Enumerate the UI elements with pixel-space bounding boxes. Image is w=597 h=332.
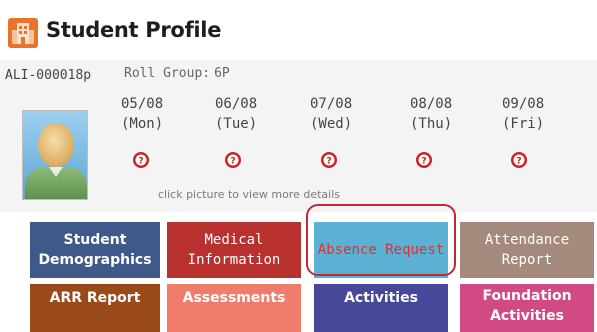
student-id: ALI-000018p — [5, 68, 92, 83]
day-column: 06/08 (Tue) — [215, 94, 275, 134]
day-column: 07/08 (Wed) — [310, 94, 370, 134]
assessments-button[interactable]: Assessments — [167, 284, 301, 332]
day-column: 05/08 (Mon) — [121, 94, 181, 134]
student-photo[interactable] — [22, 110, 88, 200]
day-column: 08/08 (Thu) — [410, 94, 470, 134]
menu-tiles: Student Demographics Medical Information… — [0, 212, 597, 332]
svg-text:?: ? — [326, 157, 331, 167]
tile-label: Attendance Report — [484, 232, 570, 268]
day-name: (Tue) — [215, 116, 258, 132]
absence-request-button[interactable]: Absence Request — [314, 222, 448, 278]
avatar — [23, 111, 87, 199]
day-date: 06/08 — [215, 96, 258, 112]
tile-label: Foundation Activities — [482, 288, 572, 324]
unknown-status-icon[interactable]: ? — [224, 151, 242, 169]
tile-label: Activities — [344, 290, 418, 306]
tile-label: Absence Request — [317, 242, 445, 258]
svg-text:?: ? — [138, 157, 143, 167]
roll-group-value: 6P — [214, 66, 230, 81]
tile-label: Medical Information — [187, 232, 281, 268]
svg-text:?: ? — [421, 157, 426, 167]
day-date: 09/08 — [502, 96, 545, 112]
tile-label: Student Demographics — [38, 232, 152, 268]
tile-label: ARR Report — [49, 290, 141, 306]
day-date: 05/08 — [121, 96, 164, 112]
day-date: 07/08 — [310, 96, 353, 112]
roll-group-label: Roll Group: — [124, 66, 211, 81]
svg-text:?: ? — [516, 157, 521, 167]
photo-hint: click picture to view more details — [158, 188, 340, 201]
unknown-status-icon[interactable]: ? — [132, 151, 150, 169]
svg-text:?: ? — [230, 157, 235, 167]
student-profile-panel: ALI-000018p Roll Group: 6P 05/08 (Mon) 0… — [0, 60, 597, 212]
day-name: (Mon) — [121, 116, 164, 132]
roll-group: Roll Group: 6P — [124, 66, 230, 81]
unknown-status-icon[interactable]: ? — [510, 151, 528, 169]
arr-report-button[interactable]: ARR Report — [30, 284, 160, 332]
unknown-status-icon[interactable]: ? — [415, 151, 433, 169]
activities-button[interactable]: Activities — [314, 284, 448, 332]
page-title: Student Profile — [46, 18, 222, 42]
day-column: 09/08 (Fri) — [502, 94, 562, 134]
day-date: 08/08 — [410, 96, 453, 112]
day-name: (Wed) — [310, 116, 353, 132]
foundation-activities-button[interactable]: Foundation Activities — [460, 284, 594, 332]
building-icon — [8, 18, 38, 48]
day-name: (Fri) — [502, 116, 545, 132]
attendance-report-button[interactable]: Attendance Report — [460, 222, 594, 278]
unknown-status-icon[interactable]: ? — [320, 151, 338, 169]
medical-information-button[interactable]: Medical Information — [167, 222, 301, 278]
student-demographics-button[interactable]: Student Demographics — [30, 222, 160, 278]
tile-label: Assessments — [182, 290, 286, 306]
page-header: Student Profile — [0, 0, 597, 60]
day-name: (Thu) — [410, 116, 453, 132]
